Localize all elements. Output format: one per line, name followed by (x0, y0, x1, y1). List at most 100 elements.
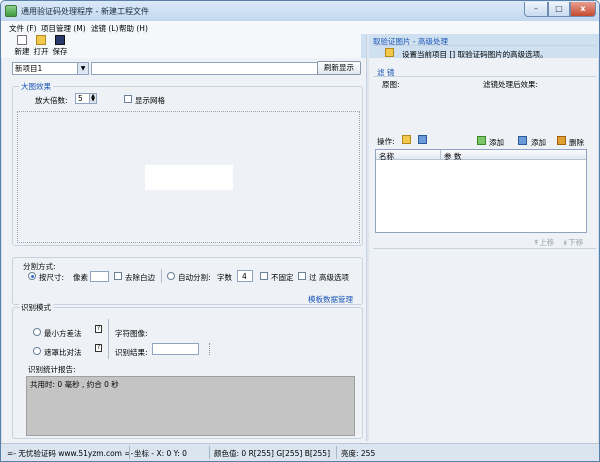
zoom-value: 5 (78, 94, 83, 103)
menu-filter[interactable]: 滤镜 (L) (91, 23, 118, 34)
pane-splitter[interactable] (366, 35, 369, 441)
split-title: 分割方式: (23, 262, 56, 271)
trunc-label: 过 (309, 273, 317, 282)
mask-compare-label: 遮罩比对法 (44, 348, 82, 357)
help-question-icon[interactable]: ? (95, 325, 102, 333)
not-fixed-checkbox[interactable] (260, 272, 268, 280)
menu-bar: 文件 (F) 项目管理 (M) 滤镜 (L) 帮助 (H) (1, 21, 599, 34)
preview-group-title: 大图效果 (19, 81, 53, 92)
grid-checkbox[interactable] (124, 95, 132, 103)
stepper-arrows-icon[interactable]: ▲ ▼ (89, 94, 96, 103)
zoom-label: 放大倍数: (35, 96, 68, 105)
remove-border-label: 去除白边 (125, 273, 155, 282)
auto-split-label: 自动分割: (178, 273, 211, 282)
split-by-size-label: 按尺寸: (39, 273, 65, 282)
after-filter-label: 滤镜处理后效果: (483, 80, 539, 89)
captcha-preview-image (145, 165, 233, 190)
window-title: 通用验证码处理程序 - 新建工程文件 (21, 7, 149, 16)
result-input[interactable] (152, 343, 199, 355)
move-down-button[interactable]: ↡下移 (562, 237, 583, 248)
refresh-button[interactable]: 刷新显示 (317, 61, 361, 75)
right-bottom-divider (373, 248, 596, 249)
new-file-icon (17, 35, 27, 45)
save-label: 保存 (52, 47, 68, 56)
report-box: 共用时: 0 毫秒 , 约合 0 秒 (26, 376, 355, 436)
project-path-input[interactable] (91, 62, 321, 75)
auto-split-radio[interactable] (167, 272, 175, 280)
open-label: 打开 (33, 47, 49, 56)
recognize-group-title: 识别模式 (19, 302, 53, 313)
new-button[interactable]: 新建 (12, 34, 32, 58)
help-question-icon[interactable]: ? (95, 344, 102, 352)
save-disk-icon[interactable] (418, 135, 427, 144)
open-button[interactable]: 打开 (31, 34, 51, 58)
ops-label: 操作: (377, 137, 395, 146)
minimize-button[interactable]: – (524, 2, 548, 17)
not-fixed-label: 不固定 (271, 273, 294, 282)
save-disk-icon (55, 35, 65, 45)
app-icon (5, 5, 17, 17)
add-filter-button[interactable]: 添加 (489, 137, 504, 148)
save-button[interactable]: 保存 (50, 34, 70, 58)
maximize-button[interactable]: □ (548, 2, 570, 17)
menu-help[interactable]: 帮助 (H) (119, 23, 148, 34)
pixel-label: 像素 (73, 273, 88, 282)
col-param-header[interactable]: 参 数 (444, 151, 461, 162)
move-up-label: 上移 (539, 238, 555, 247)
add-filter-icon[interactable] (477, 136, 486, 145)
original-label: 原图: (382, 80, 400, 89)
title-bar: 通用验证码处理程序 - 新建工程文件 – □ x (1, 1, 599, 21)
grid-label: 显示网格 (135, 96, 165, 105)
char-image-label: 字符图像: (115, 329, 148, 338)
add-button[interactable]: 添加 (531, 137, 546, 148)
split-by-size-radio[interactable] (28, 272, 36, 280)
menu-file[interactable]: 文件 (F) (9, 23, 37, 34)
char-count-label: 字数 (217, 273, 232, 282)
chevron-down-icon[interactable]: ▼ (77, 63, 88, 74)
mask-compare-radio[interactable] (33, 347, 41, 355)
status-separator (129, 446, 130, 459)
project-select[interactable]: 新项目1 ▼ (12, 62, 89, 75)
status-color: 颜色值: 0 R[255] G[255] B[255] (214, 449, 331, 458)
col-name-header[interactable]: 名称 (379, 151, 394, 162)
move-up-button[interactable]: ↟上移 (533, 237, 554, 248)
folder-open-icon (36, 35, 46, 45)
trunc-checkbox[interactable] (298, 272, 306, 280)
settings-tip-icon (385, 48, 394, 57)
report-text: 共用时: 0 毫秒 , 约合 0 秒 (30, 380, 119, 389)
delete-icon[interactable] (557, 136, 566, 145)
status-bar: =- 无忧验证码 www.51yzm.com =- 坐标 - X: 0 Y: 0… (1, 443, 599, 461)
filter-divider (373, 76, 596, 77)
min-variance-radio[interactable] (33, 328, 41, 336)
verify-description: 设置当前项目 [] 取验证码图片的高级选项。 (402, 50, 548, 59)
split-divider (161, 269, 162, 283)
char-count-input[interactable]: 4 (237, 270, 253, 282)
min-variance-label: 最小方差法 (44, 329, 82, 338)
project-bar: 新项目1 ▼ (12, 62, 362, 76)
advanced-options-button[interactable]: 高级选项 (319, 272, 349, 283)
zoom-stepper[interactable]: 5 ▲ ▼ (75, 93, 97, 104)
remove-border-checkbox[interactable] (114, 272, 122, 280)
status-coord: 坐标 - X: 0 Y: 0 (134, 449, 187, 458)
folder-open-icon[interactable] (402, 135, 411, 144)
add-icon[interactable] (518, 136, 527, 145)
toolbar: 新建 打开 保存 (1, 34, 361, 58)
menu-project[interactable]: 项目管理 (M) (41, 23, 86, 34)
pixel-input[interactable] (90, 271, 109, 282)
recognize-divider (108, 319, 109, 359)
zoom-canvas (17, 111, 360, 243)
delete-button[interactable]: 删除 (569, 137, 584, 148)
status-brightness: 亮度: 255 (341, 449, 376, 458)
template-data-link[interactable]: 模板数据管理 (308, 294, 353, 305)
col-separator[interactable] (440, 150, 441, 160)
new-label: 新建 (14, 47, 30, 56)
status-site: =- 无忧验证码 www.51yzm.com =- (7, 449, 134, 458)
close-button[interactable]: x (570, 2, 596, 17)
filter-list-header: 名称 参 数 (376, 150, 586, 162)
verify-divider (373, 45, 596, 46)
main-window: 通用验证码处理程序 - 新建工程文件 – □ x 文件 (F) 项目管理 (M)… (0, 0, 600, 462)
status-separator (336, 446, 337, 459)
filter-list[interactable]: 名称 参 数 (375, 149, 587, 233)
result-divider (209, 343, 210, 355)
project-select-value: 新项目1 (15, 64, 43, 73)
